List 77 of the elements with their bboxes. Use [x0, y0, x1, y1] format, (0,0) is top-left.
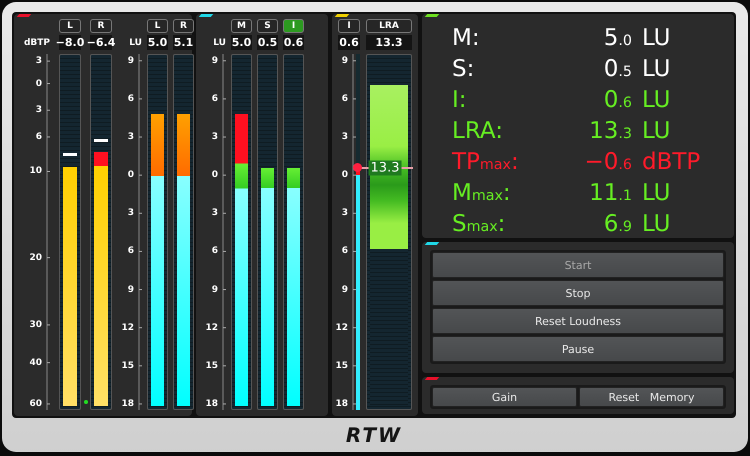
scale-label: 40 — [29, 358, 42, 368]
memory-button[interactable]: Gain — [432, 387, 577, 407]
scale-label: 9 — [128, 284, 134, 295]
scale-label: 3 — [36, 56, 42, 66]
channel-label[interactable]: L — [59, 19, 81, 33]
scale-label: 3 — [212, 132, 218, 142]
scale-label: 10 — [29, 166, 42, 176]
channel-reading: 0.5 — [257, 35, 278, 50]
readout-unit: dBTP — [642, 148, 702, 177]
scale-label: 6 — [212, 246, 218, 256]
channel-reading: 13.3 — [366, 35, 412, 50]
channel-reading: 5.0 — [147, 35, 168, 50]
readout-label: LRA: — [452, 117, 504, 146]
channel-label[interactable]: R — [90, 19, 112, 33]
scale-label: 6 — [36, 132, 42, 142]
scale-label: 9 — [212, 56, 218, 66]
readout-unit: LU — [642, 24, 672, 53]
scale-label: 0 — [342, 170, 348, 180]
scale-unit: LU — [129, 38, 142, 48]
readout-unit: LU — [642, 55, 672, 84]
scale-label: 18 — [121, 398, 134, 409]
scale-label: 6 — [128, 246, 134, 256]
scale-label: 0 — [212, 170, 218, 180]
scale-label: 0 — [128, 170, 134, 180]
scale-label: 18 — [335, 398, 348, 409]
scale-unit: LU — [213, 38, 226, 48]
scale-label: 20 — [29, 252, 42, 263]
channel-reading: 5.1 — [173, 35, 194, 50]
scale-label: 3 — [36, 105, 42, 116]
scale-unit: dBTP — [24, 38, 50, 48]
channel-label[interactable]: LRA — [366, 19, 412, 33]
marker-dot — [353, 163, 362, 172]
scale-label: 3 — [128, 132, 134, 142]
readout-unit: LU — [642, 210, 672, 239]
scale-label: 3 — [342, 132, 348, 142]
lra-marker-value: 13.3 — [368, 160, 402, 176]
channel-label[interactable]: R — [173, 19, 194, 33]
readout-label: I: — [452, 86, 468, 115]
scale-label: 9 — [128, 56, 134, 66]
scale-label: 30 — [29, 320, 42, 330]
channel-reading: 0.6 — [283, 35, 304, 50]
readout-label: M: — [452, 24, 481, 53]
scale-label: 15 — [205, 360, 218, 371]
scale-label: 9 — [212, 284, 218, 295]
scale-label: 9 — [342, 284, 348, 295]
scale-label: 15 — [121, 360, 134, 371]
scale-label: 6 — [342, 94, 348, 104]
scale-label: 3 — [342, 208, 348, 218]
control-button[interactable]: Pause — [432, 336, 724, 362]
scale-label: 6 — [342, 246, 348, 256]
scale-label: 15 — [335, 360, 348, 371]
channel-label[interactable]: I — [283, 19, 304, 33]
brand-logo: RTW — [346, 423, 402, 447]
channel-label[interactable]: M — [231, 19, 252, 33]
memory-button[interactable]: Reset Memory — [579, 387, 724, 407]
scale-label: 12 — [121, 322, 134, 333]
scale-label: 3 — [128, 208, 134, 218]
channel-reading: 5.0 — [231, 35, 252, 50]
scale-label: 18 — [205, 398, 218, 409]
control-button[interactable]: Stop — [432, 280, 724, 306]
scale-label: 12 — [335, 322, 348, 333]
scale-label: 6 — [128, 94, 134, 104]
scale-label: 60 — [29, 398, 42, 409]
readout-unit: LU — [642, 179, 672, 208]
channel-label[interactable]: I — [338, 19, 360, 33]
control-button[interactable]: Reset Loudness — [432, 308, 724, 334]
channel-reading: 0.6 — [338, 35, 360, 50]
readout-unit: LU — [642, 117, 672, 146]
scale-label: 0 — [36, 78, 42, 89]
readout-label: S: — [452, 55, 476, 84]
readout-unit: LU — [642, 86, 672, 115]
scale-label: 6 — [212, 94, 218, 104]
scale-label: 9 — [342, 56, 348, 66]
channel-label[interactable]: L — [147, 19, 168, 33]
scale-label: 3 — [212, 208, 218, 218]
scale-label: 12 — [205, 322, 218, 333]
channel-label[interactable]: S — [257, 19, 278, 33]
